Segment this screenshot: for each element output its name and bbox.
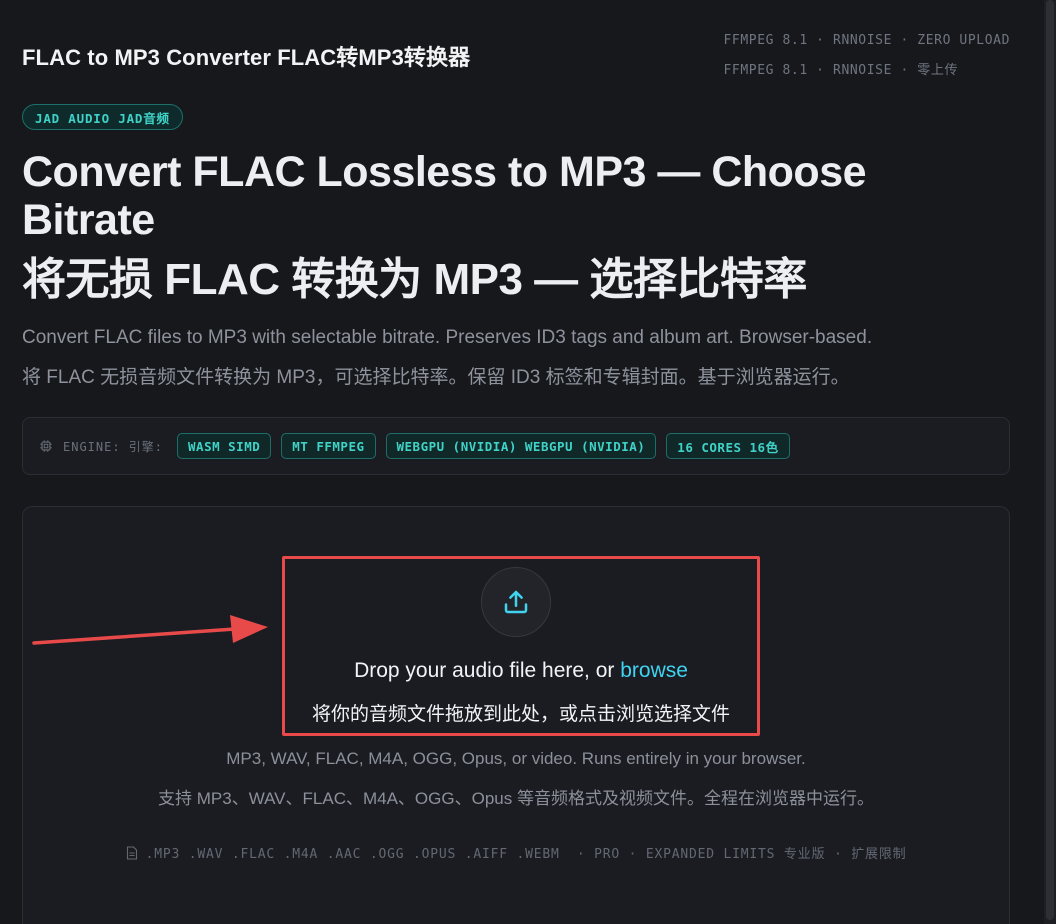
scrollbar-track[interactable] [1044, 0, 1056, 924]
red-arrow-icon [32, 615, 268, 645]
drop-instruction-zh: 将你的音频文件拖放到此处，或点击浏览选择文件 [311, 704, 730, 725]
engine-tag-wasm: WASM SIMD [177, 433, 272, 459]
engine-bar: ENGINE: 引擎: WASM SIMD MT FFMPEG WEBGPU (… [22, 417, 1010, 475]
scrollbar-thumb[interactable] [1046, 0, 1054, 920]
tech-meta-zh: FFMPEG 8.1 · RNNOISE · 零上传 [723, 63, 959, 78]
upload-button[interactable] [481, 567, 551, 637]
tech-meta-en: FFMPEG 8.1 · RNNOISE · ZERO UPLOAD [723, 33, 1010, 48]
browse-link[interactable]: browse [620, 659, 688, 682]
hero-title-zh: 将无损 FLAC 转换为 MP3 — 选择比特率 [22, 255, 807, 304]
tech-meta: FFMPEG 8.1 · RNNOISE · ZERO UPLOAD FFMPE… [723, 26, 1010, 86]
page: FLAC to MP3 Converter FLAC转MP3转换器 FFMPEG… [0, 0, 1056, 924]
upload-icon [504, 590, 528, 614]
hero-subtitle-en: Convert FLAC files to MP3 with selectabl… [22, 327, 873, 348]
drop-instruction: Drop your audio file here, or browse [282, 659, 760, 683]
file-icon [126, 845, 137, 860]
engine-label: ENGINE: 引擎: [63, 439, 164, 454]
drop-instruction-text: Drop your audio file here, or [354, 659, 621, 682]
hero-subtitle-zh: 将 FLAC 无损音频文件转换为 MP3，可选择比特率。保留 ID3 标签和专辑… [22, 367, 850, 388]
hero-title-en: Convert FLAC Lossless to MP3 — Choose Bi… [22, 148, 867, 244]
engine-tag-cores: 16 CORES 16色 [666, 433, 790, 459]
brand-badge: JAD AUDIO JAD音频 [22, 104, 183, 130]
page-header-title: FLAC to MP3 Converter FLAC转MP3转换器 [22, 45, 471, 70]
hero-subtitle: Convert FLAC files to MP3 with selectabl… [22, 318, 1012, 398]
extension-list-text: .MP3 .WAV .FLAC .M4A .AAC .OGG .OPUS .AI… [145, 847, 907, 862]
extension-list: .MP3 .WAV .FLAC .M4A .AAC .OGG .OPUS .AI… [22, 843, 1010, 862]
hero-title: Convert FLAC Lossless to MP3 — Choose Bi… [22, 148, 982, 304]
engine-tag-webgpu: WEBGPU (NVIDIA) WEBGPU (NVIDIA) [385, 433, 657, 459]
chip-icon [40, 440, 52, 452]
supported-formats-en: MP3, WAV, FLAC, M4A, OGG, Opus, or video… [226, 749, 806, 768]
engine-tag-ffmpeg: MT FFMPEG [281, 433, 376, 459]
supported-formats-zh: 支持 MP3、WAV、FLAC、M4A、OGG、Opus 等音频格式及视频文件。… [158, 789, 874, 808]
